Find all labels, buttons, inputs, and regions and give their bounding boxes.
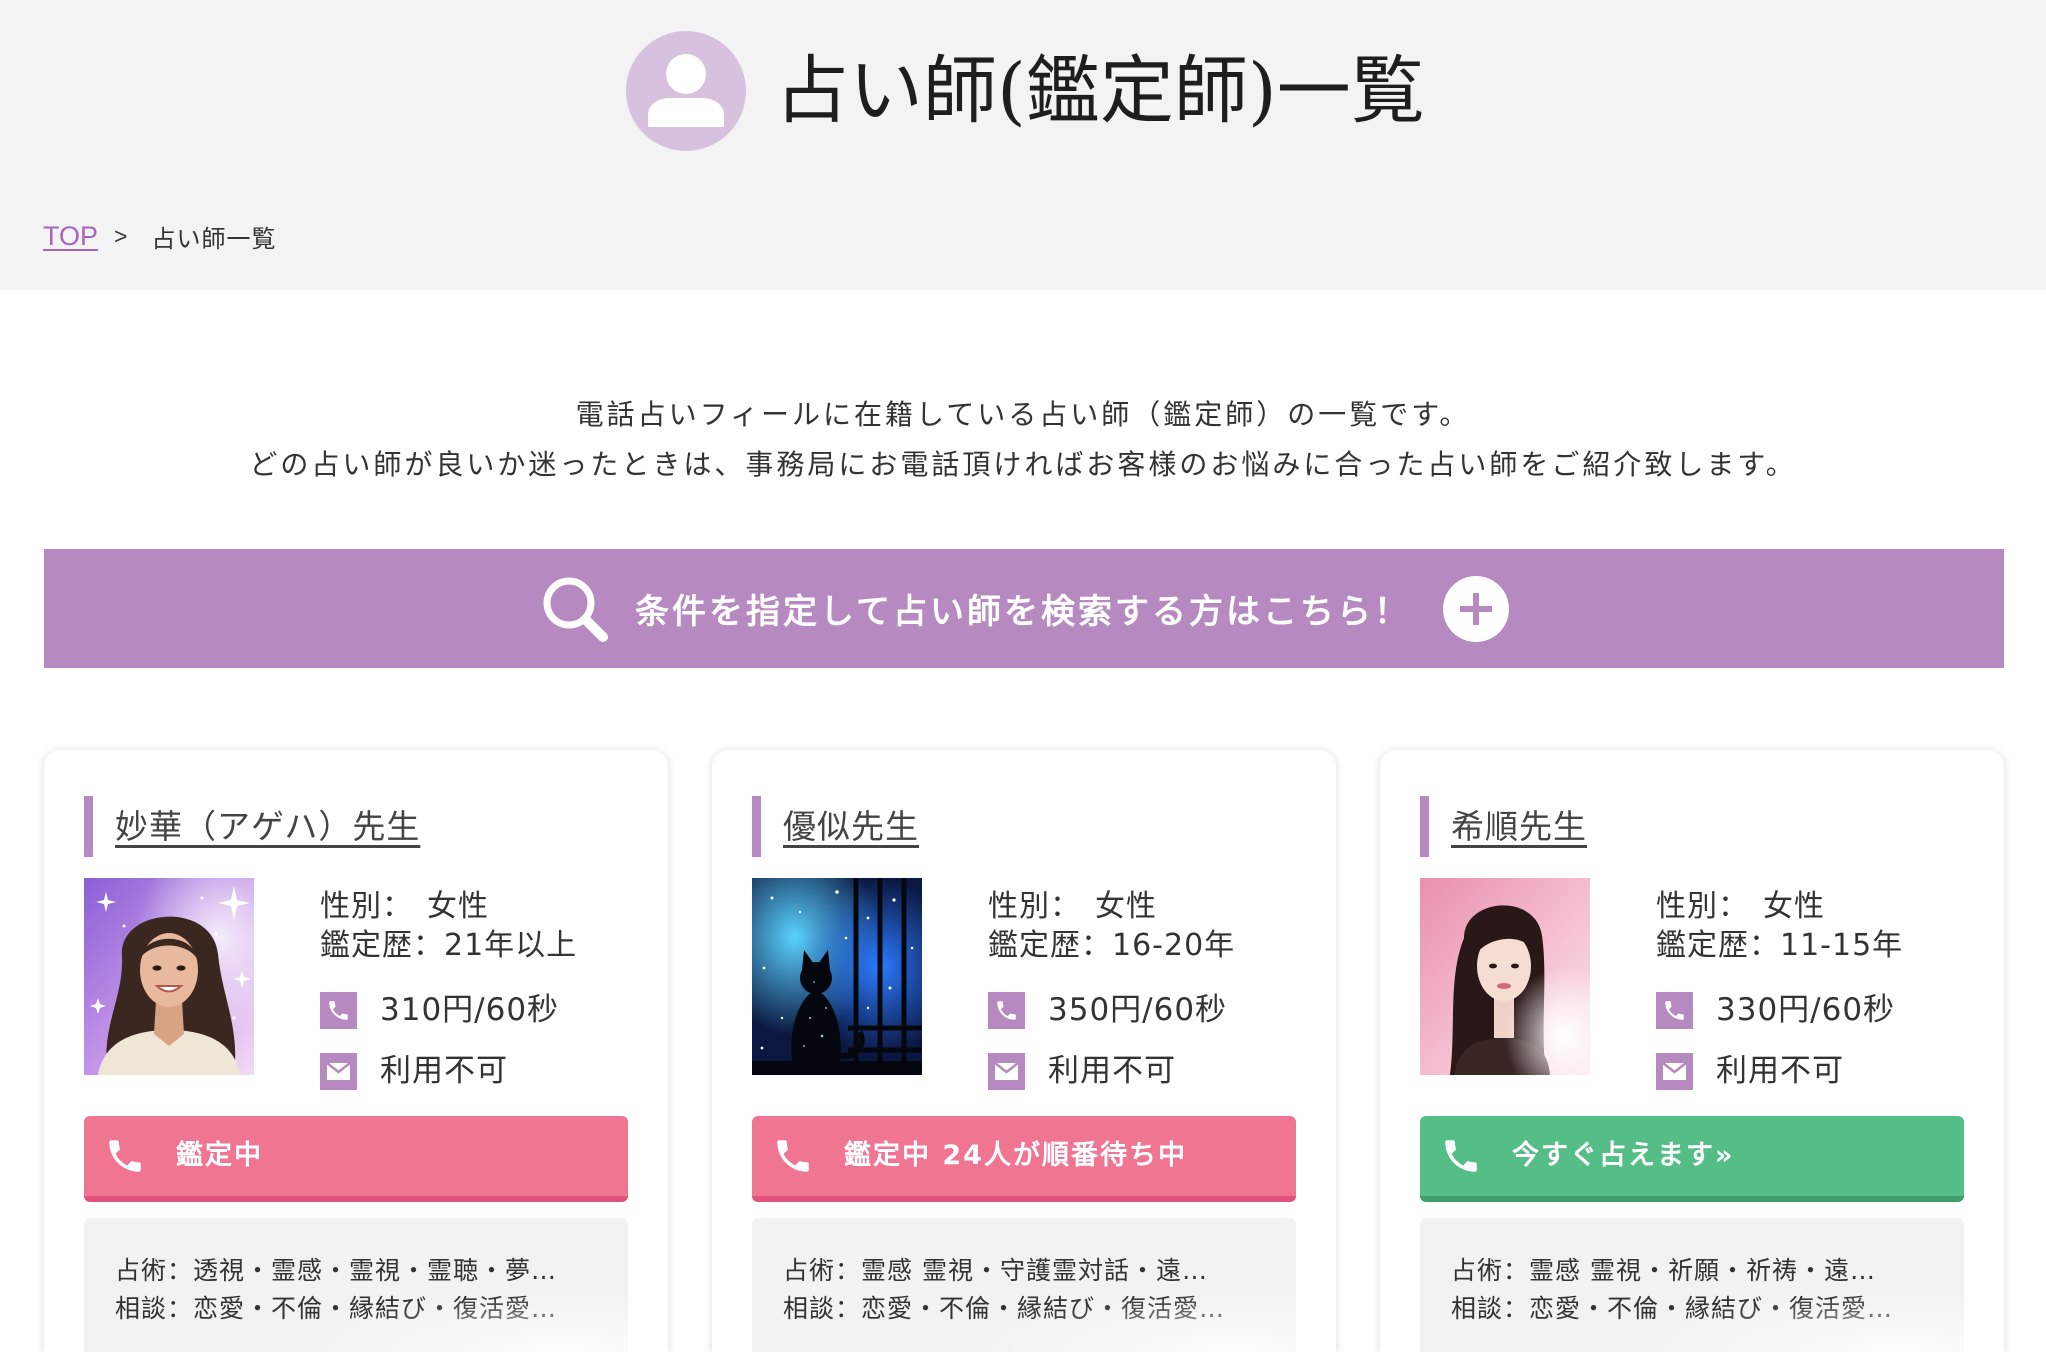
gender-label: 性別： (320, 889, 413, 924)
status-call-button[interactable]: 今すぐ占えます» (1420, 1116, 1964, 1202)
status-call-button[interactable]: 鑑定中 24人が順番待ち中 (752, 1116, 1296, 1202)
gender-label: 性別： (988, 889, 1081, 924)
mail-icon (1656, 1053, 1693, 1090)
details-box: 占術：霊感 霊視・守護霊対話・遠… 相談：恋愛・不倫・縁結び・復活愛… (752, 1218, 1296, 1352)
gender-value: 女性 (1095, 889, 1157, 924)
status-label: 鑑定中 (176, 1140, 263, 1171)
mail-status: 利用不可 (1716, 1053, 1844, 1089)
techniques-text: 占術：霊感 霊視・祈願・祈祷・遠… (1451, 1256, 1876, 1285)
page-header: 占い師(鑑定師)一覧 TOP > 占い師一覧 (0, 0, 2046, 290)
search-conditions-label: 条件を指定して占い師を検索する方はこちら！ (635, 592, 1411, 632)
phone-rate: 310円/60秒 (380, 992, 560, 1028)
phone-rate: 330円/60秒 (1716, 992, 1896, 1028)
phone-icon (1445, 1140, 1477, 1172)
phone-icon (320, 992, 357, 1029)
avatar (626, 31, 746, 151)
details-box: 占術：透視・霊感・霊視・霊聴・夢… 相談：恋愛・不倫・縁結び・復活愛… (84, 1218, 628, 1352)
details-box: 占術：霊感 霊視・祈願・祈祷・遠… 相談：恋愛・不倫・縁結び・復活愛… (1420, 1218, 1964, 1352)
fortune-teller-photo[interactable] (84, 878, 254, 1075)
intro-line: 電話占いフィールに在籍している占い師（鑑定師）の一覧です。 (575, 398, 1471, 431)
fortune-teller-name-link[interactable]: 妙華（アゲハ）先生 (115, 806, 420, 848)
fortune-teller-name-link[interactable]: 希順先生 (1451, 806, 1587, 848)
breadcrumb-home-link[interactable]: TOP (43, 221, 98, 252)
phone-icon (777, 1140, 809, 1172)
page: 占い師(鑑定師)一覧 TOP > 占い師一覧 電話占いフィールに在籍している占い… (0, 0, 2046, 1352)
fortune-teller-photo[interactable] (1420, 878, 1590, 1075)
breadcrumb-separator: > (114, 222, 128, 249)
fortune-teller-card: 優似先生 性別： 女性 鑑定歴：16-20年 350円/60秒 利用不可 鑑定中… (712, 750, 1336, 1352)
page-title: 占い師(鑑定師)一覧 (775, 48, 1425, 134)
gender-value: 女性 (1763, 889, 1825, 924)
mail-status: 利用不可 (380, 1053, 508, 1089)
mail-icon (988, 1053, 1025, 1090)
experience-value: 21年以上 (444, 928, 578, 963)
consultation-text: 相談：恋愛・不倫・縁結び・復活愛… (115, 1294, 558, 1323)
search-conditions-bar[interactable]: 条件を指定して占い師を検索する方はこちら！ (44, 549, 2004, 668)
status-label: 今すぐ占えます» (1512, 1140, 1735, 1171)
breadcrumb: TOP > 占い師一覧 (43, 218, 276, 254)
breadcrumb-current: 占い師一覧 (151, 224, 277, 253)
search-icon (543, 577, 608, 642)
experience-value: 16-20年 (1112, 928, 1236, 963)
plus-circle-icon[interactable] (1442, 575, 1509, 642)
card-accent-bar (84, 796, 93, 857)
phone-icon (109, 1140, 141, 1172)
gender-row: 性別： 女性 (1656, 887, 1825, 927)
consultation-text: 相談：恋愛・不倫・縁結び・復活愛… (783, 1294, 1226, 1323)
phone-icon (1656, 992, 1693, 1029)
fortune-teller-photo[interactable] (752, 878, 922, 1075)
gender-label: 性別： (1656, 889, 1749, 924)
intro-line: どの占い師が良いか迷ったときは、事務局にお電話頂ければお客様のお悩みに合った占い… (249, 448, 1797, 481)
experience-label: 鑑定歴： (988, 928, 1112, 963)
card-accent-bar (752, 796, 761, 857)
techniques-text: 占術：霊感 霊視・守護霊対話・遠… (783, 1256, 1208, 1285)
phone-icon (988, 992, 1025, 1029)
consultation-text: 相談：恋愛・不倫・縁結び・復活愛… (1451, 1294, 1894, 1323)
gender-value: 女性 (427, 889, 489, 924)
experience-label: 鑑定歴： (320, 928, 444, 963)
fortune-teller-name-link[interactable]: 優似先生 (783, 806, 919, 848)
experience-value: 11-15年 (1780, 928, 1904, 963)
mail-status: 利用不可 (1048, 1053, 1176, 1089)
user-icon (648, 54, 724, 127)
status-call-button[interactable]: 鑑定中 (84, 1116, 628, 1202)
fortune-teller-card: 希順先生 性別： 女性 鑑定歴：11-15年 330円/60秒 利用不可 今すぐ… (1380, 750, 2004, 1352)
status-label: 鑑定中 24人が順番待ち中 (844, 1140, 1187, 1171)
intro-text: 電話占いフィールに在籍している占い師（鑑定師）の一覧です。 どの占い師が良いか迷… (0, 390, 2046, 490)
mail-icon (320, 1053, 357, 1090)
techniques-text: 占術：透視・霊感・霊視・霊聴・夢… (115, 1256, 558, 1285)
experience-label: 鑑定歴： (1656, 928, 1780, 963)
gender-row: 性別： 女性 (988, 887, 1157, 927)
fortune-teller-card: 妙華（アゲハ）先生 性別： 女性 鑑定歴：21年以上 310円/60秒 利用不可… (44, 750, 668, 1352)
gender-row: 性別： 女性 (320, 887, 489, 927)
phone-rate: 350円/60秒 (1048, 992, 1228, 1028)
experience-row: 鑑定歴：16-20年 (988, 926, 1235, 966)
card-accent-bar (1420, 796, 1429, 857)
experience-row: 鑑定歴：11-15年 (1656, 926, 1903, 966)
experience-row: 鑑定歴：21年以上 (320, 926, 577, 966)
